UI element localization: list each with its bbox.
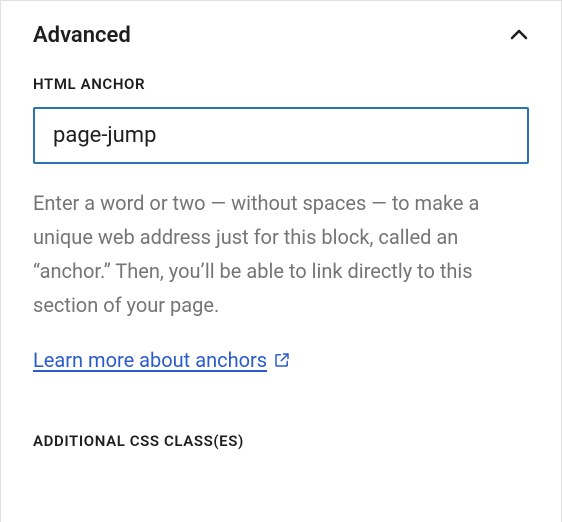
link-text: Learn more about anchors [33, 348, 267, 372]
section-title: Advanced [33, 23, 131, 48]
advanced-panel: Advanced HTML ANCHOR Enter a word or two… [0, 0, 562, 522]
external-link-icon [273, 351, 291, 369]
html-anchor-help: Enter a word or two — without spaces — t… [33, 186, 529, 322]
learn-more-anchors-link[interactable]: Learn more about anchors [33, 348, 291, 372]
section-toggle-advanced[interactable]: Advanced [1, 1, 561, 69]
html-anchor-input[interactable] [33, 107, 529, 164]
chevron-up-icon [505, 21, 533, 49]
section-body: HTML ANCHOR Enter a word or two — withou… [1, 69, 561, 450]
html-anchor-label: HTML ANCHOR [33, 75, 529, 93]
additional-css-label: ADDITIONAL CSS CLASS(ES) [33, 432, 529, 450]
